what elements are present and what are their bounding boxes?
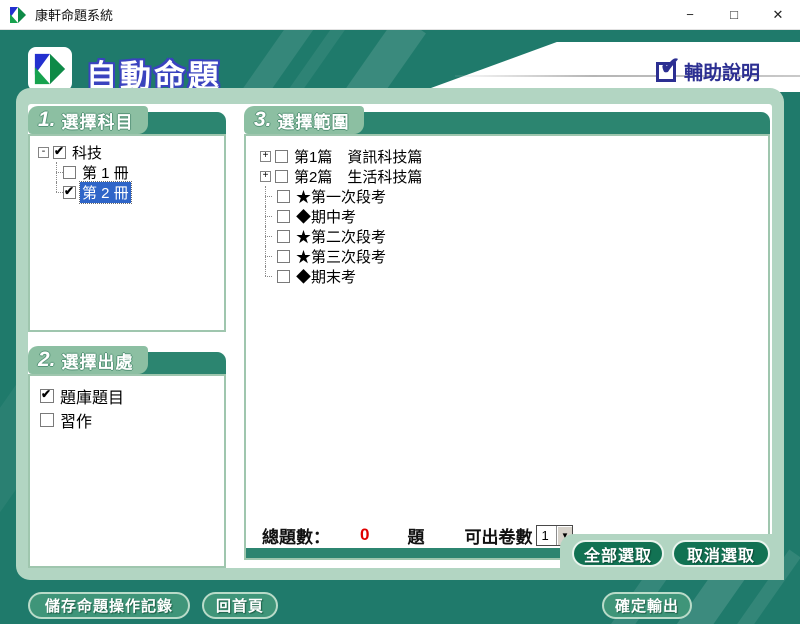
window-titlebar: 康軒命題系統 − □ ✕ xyxy=(0,0,800,30)
expand-icon[interactable]: + xyxy=(260,151,271,162)
tree-item-label[interactable]: ◆期中考 xyxy=(294,206,358,227)
tree-item-label[interactable]: 第2篇 生活科技篇 xyxy=(292,166,424,187)
papers-count-label: 可出卷數 xyxy=(464,523,532,548)
totals-row: 總題數： 0 題 可出卷數 1 ▼ xyxy=(262,522,573,548)
app-logo-icon xyxy=(33,52,67,86)
close-button[interactable]: ✕ xyxy=(756,0,800,30)
checkbox[interactable] xyxy=(277,270,290,283)
checkbox[interactable] xyxy=(63,186,76,199)
tree-connector xyxy=(260,226,277,246)
tree-item[interactable]: - 科技 xyxy=(38,142,131,162)
section-title: 選擇科目 xyxy=(62,108,134,133)
tree-item-label[interactable]: 科技 xyxy=(70,142,104,163)
app-logo-icon xyxy=(9,6,27,24)
tree-item-label[interactable]: 第 1 冊 xyxy=(80,162,131,183)
home-button[interactable]: 回首頁 xyxy=(202,592,278,619)
tree-item-label[interactable]: ★第三次段考 xyxy=(294,246,388,267)
tree-item[interactable]: ◆期末考 xyxy=(260,266,424,286)
window-title: 康軒命題系統 xyxy=(35,5,113,24)
selection-buttons-tab: 全部選取 取消選取 xyxy=(560,534,784,580)
section-header-source: 2. 選擇出處 xyxy=(28,346,226,374)
select-all-button[interactable]: 全部選取 xyxy=(572,540,664,567)
tree-connector xyxy=(51,162,63,182)
tree-item[interactable]: + 第1篇 資訊科技篇 xyxy=(260,146,424,166)
checkbox[interactable] xyxy=(277,210,290,223)
section-header-range: 3. 選擇範圍 xyxy=(244,106,770,134)
section-number: 3. xyxy=(254,108,272,132)
source-list-box: 題庫題目 習作 xyxy=(28,374,226,568)
confirm-output-button[interactable]: 確定輸出 xyxy=(602,592,692,619)
tree-item-label[interactable]: 第 2 冊 xyxy=(80,182,131,203)
source-item-label: 題庫題目 xyxy=(60,384,124,408)
checkbox[interactable] xyxy=(275,150,288,163)
checkbox[interactable] xyxy=(63,166,76,179)
section-title: 選擇出處 xyxy=(62,348,134,373)
checkbox[interactable] xyxy=(277,190,290,203)
tree-item[interactable]: ★第二次段考 xyxy=(260,226,424,246)
checkbox[interactable] xyxy=(40,389,54,403)
save-record-button[interactable]: 儲存命題操作記錄 xyxy=(28,592,190,619)
section-title: 選擇範圍 xyxy=(278,108,350,133)
source-item[interactable]: 題庫題目 xyxy=(40,384,124,408)
section-header-label: 3. 選擇範圍 xyxy=(244,106,364,134)
maximize-button[interactable]: □ xyxy=(712,0,756,30)
section-header-subject: 1. 選擇科目 xyxy=(28,106,226,134)
tree-item-label[interactable]: 第1篇 資訊科技篇 xyxy=(292,146,424,167)
tree-connector xyxy=(260,246,277,266)
minimize-button[interactable]: − xyxy=(668,0,712,30)
collapse-icon[interactable]: - xyxy=(38,147,49,158)
tree-item[interactable]: 第 1 冊 xyxy=(51,162,131,182)
subject-tree-box: - 科技 第 1 冊 第 2 冊 xyxy=(28,134,226,332)
source-item-label: 習作 xyxy=(60,408,92,432)
tree-connector xyxy=(260,266,277,286)
tree-item-label[interactable]: ★第一次段考 xyxy=(294,186,388,207)
header-logo xyxy=(28,47,72,91)
subject-tree: - 科技 第 1 冊 第 2 冊 xyxy=(38,142,131,202)
help-check-icon xyxy=(656,62,676,82)
checkbox[interactable] xyxy=(40,413,54,427)
tree-item-label[interactable]: ◆期末考 xyxy=(294,266,358,287)
papers-count-value: 1 xyxy=(537,526,556,545)
section-number: 2. xyxy=(38,348,56,372)
range-tree-box: + 第1篇 資訊科技篇 + 第2篇 生活科技篇 ★第一次段考 ◆期中考 xyxy=(244,134,770,560)
tree-item-label[interactable]: ★第二次段考 xyxy=(294,226,388,247)
help-label: 輔助說明 xyxy=(684,58,760,85)
tree-item[interactable]: 第 2 冊 xyxy=(51,182,131,202)
checkbox[interactable] xyxy=(277,250,290,263)
section-number: 1. xyxy=(38,108,56,132)
total-count-value: 0 xyxy=(360,525,369,545)
section-header-label: 2. 選擇出處 xyxy=(28,346,148,374)
tree-item[interactable]: + 第2篇 生活科技篇 xyxy=(260,166,424,186)
checkbox[interactable] xyxy=(53,146,66,159)
source-list: 題庫題目 習作 xyxy=(40,384,124,432)
total-count-label: 總題數： xyxy=(262,523,330,548)
tree-item[interactable]: ◆期中考 xyxy=(260,206,424,226)
expand-icon[interactable]: + xyxy=(260,171,271,182)
deselect-all-button[interactable]: 取消選取 xyxy=(672,540,770,567)
tree-connector xyxy=(51,182,63,202)
tree-item[interactable]: ★第三次段考 xyxy=(260,246,424,266)
range-tree: + 第1篇 資訊科技篇 + 第2篇 生活科技篇 ★第一次段考 ◆期中考 xyxy=(260,146,424,286)
source-item[interactable]: 習作 xyxy=(40,408,124,432)
checkbox[interactable] xyxy=(275,170,288,183)
application-window: 康軒命題系統 − □ ✕ 自動命題 輔助說明 1. 選擇科目 - xyxy=(0,0,800,624)
tree-item[interactable]: ★第一次段考 xyxy=(260,186,424,206)
checkbox[interactable] xyxy=(277,230,290,243)
help-link[interactable]: 輔助說明 xyxy=(656,58,760,85)
section-header-label: 1. 選擇科目 xyxy=(28,106,148,134)
tree-connector xyxy=(260,186,277,206)
tree-connector xyxy=(260,206,277,226)
section-header-bar xyxy=(354,112,770,134)
total-count-unit: 題 xyxy=(407,523,424,548)
